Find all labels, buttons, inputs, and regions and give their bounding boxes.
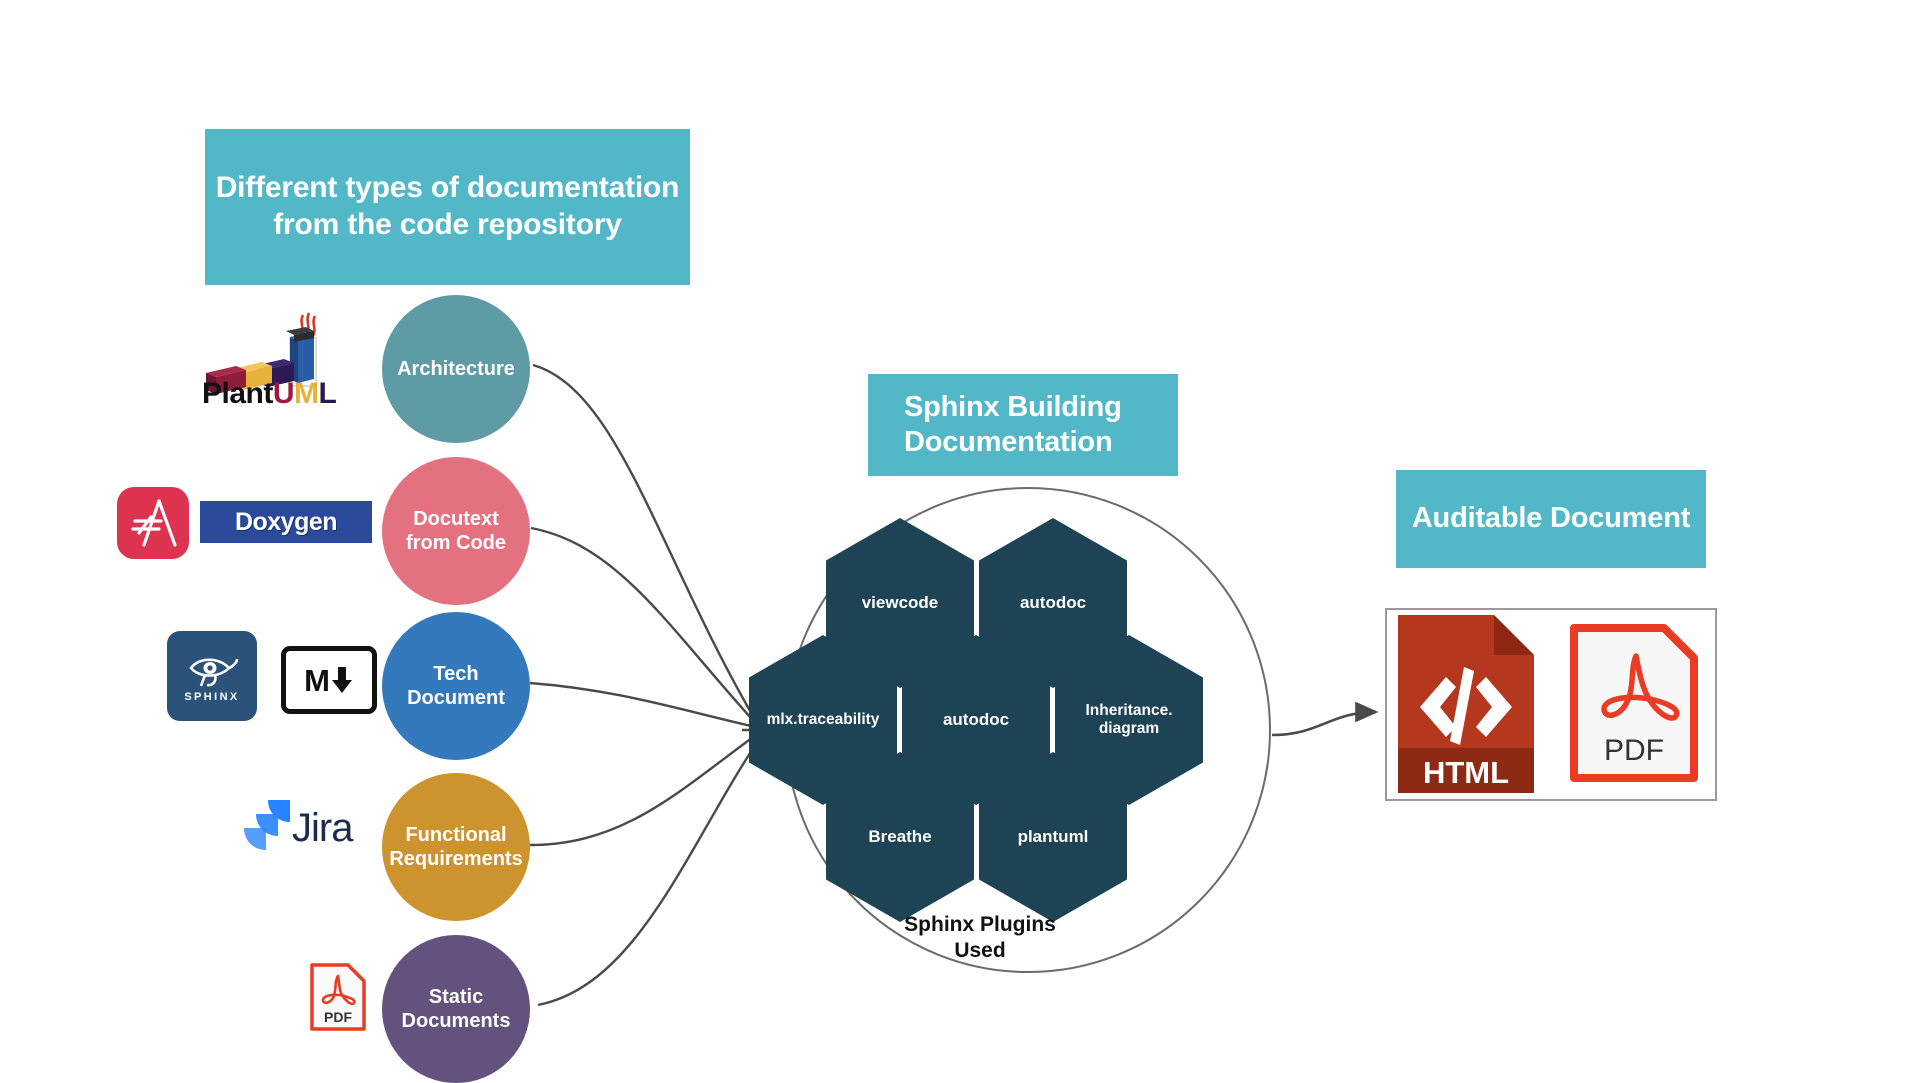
source-label-architecture: Architecture [397,358,515,380]
source-label-static: Static Documents [401,986,511,1032]
markdown-logo: M [281,646,377,714]
connector-output-arrow [1271,701,1379,737]
connector-functional [529,731,761,847]
markdown-m-letter: M [304,662,330,698]
html-label: HTML [1423,755,1509,790]
source-label-docutext: Docutext from Code [406,508,506,554]
doxygen-logo: Doxygen [200,501,372,543]
connector-architecture [532,363,762,729]
plantuml-wordmark: PlantUML [202,377,337,411]
jira-logo [240,798,292,854]
header-middle-box: Sphinx Building Documentation [868,374,1178,476]
jira-mark-icon [244,800,290,850]
source-label-functional: Functional Requirements [389,824,523,870]
pdf-label-large: PDF [1604,734,1664,767]
header-left-text: Different types of documentation from th… [215,171,680,241]
connector-techdoc [529,681,761,730]
hex-label-viewcode: viewcode [861,592,939,612]
antora-mark-icon [131,499,177,547]
html-file-mark-icon: HTML [1398,615,1534,793]
antora-icon [117,487,189,559]
plugins-caption-text: Sphinx Plugins Used [904,913,1056,963]
jira-wordmark: Jira [292,806,353,850]
hex-label-breathe: Breathe [868,826,932,846]
pdf-file-icon-large: PDF [1568,620,1700,786]
source-label-techdocument: Tech Document [407,663,505,709]
markdown-down-arrow-icon [331,667,352,693]
hex-label-plantuml: plantuml [1017,826,1089,846]
hex-label-autodoc-mid: autodoc [942,709,1010,729]
plantuml-word-u: U [272,377,295,410]
pdf-file-icon: PDF [310,963,366,1031]
pdf-icon-small: PDF [308,960,368,1034]
sphinx-logo: SPHINX [167,631,257,721]
eye-of-horus-icon [189,657,239,686]
diagram-canvas: Different types of documentation from th… [0,0,1920,1083]
source-circle-architecture[interactable]: Architecture [382,295,530,443]
connector-docutext [530,526,761,729]
header-left-box: Different types of documentation from th… [205,129,690,285]
source-circle-static[interactable]: Static Documents [382,935,530,1083]
plantuml-word-m: M [294,377,319,410]
hex-label-inheritance-diagram: Inheritance. diagram [1085,701,1173,737]
header-right-box: Auditable Document [1396,470,1706,568]
hex-label-autodoc-top: autodoc [1019,592,1087,612]
source-circle-docutext[interactable]: Docutext from Code [382,457,530,605]
sphinx-wordmark: SPHINX [184,690,240,703]
header-right-text: Auditable Document [1411,502,1691,535]
source-circle-techdocument[interactable]: Tech Document [382,612,530,760]
header-middle-text: Sphinx Building Documentation [904,390,1122,458]
pdf-file-mark-icon: PDF [1570,624,1698,782]
hex-label-mlx-traceability: mlx.traceability [766,710,880,728]
plugins-hex-cluster: viewcode autodoc mlx.traceability autodo… [749,518,1230,922]
doxygen-wordmark: Doxygen [234,507,338,536]
html-file-icon: HTML [1398,615,1538,793]
source-circle-functional[interactable]: Functional Requirements [382,773,530,921]
connector-static [537,734,763,1007]
plugins-caption: Sphinx Plugins Used [880,912,1080,965]
svg-text:PDF: PDF [324,1009,352,1025]
plantuml-word-l: L [318,377,337,410]
plantuml-word-plant: Plant [202,377,273,410]
